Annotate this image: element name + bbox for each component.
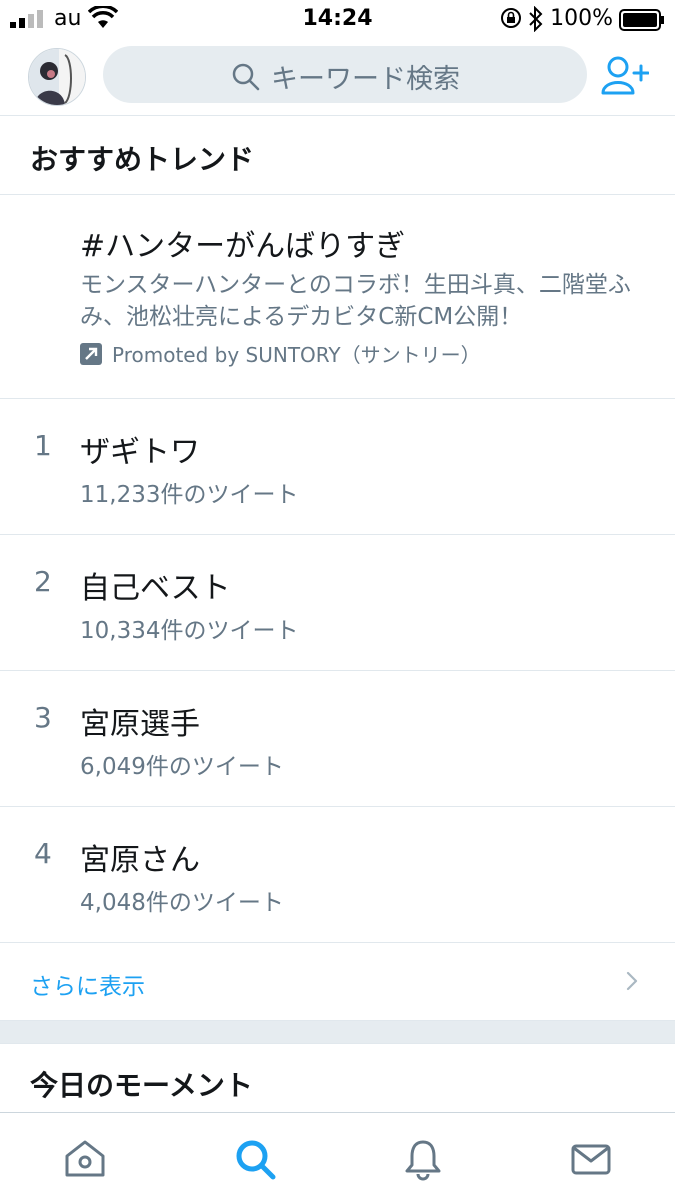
trend-rank: 4 bbox=[34, 837, 52, 870]
top-bar: キーワード検索 bbox=[0, 38, 675, 116]
section-divider bbox=[0, 1021, 675, 1044]
trend-name: 宮原選手 bbox=[80, 707, 200, 742]
promoted-description: モンスターハンターとのコラボ！生田斗真、二階堂ふみ、池松壮亮によるデカビタC新C… bbox=[80, 272, 631, 330]
trend-name: 宮原さん bbox=[80, 843, 200, 878]
trend-name: ザギトワ bbox=[80, 435, 200, 470]
add-user-icon[interactable] bbox=[601, 56, 649, 96]
moments-header: 今日のモーメント bbox=[0, 1044, 675, 1112]
trend-item[interactable]: 2 自己ベスト 10,334件のツイート bbox=[0, 535, 675, 671]
search-icon[interactable] bbox=[233, 1137, 277, 1181]
trend-rank: 1 bbox=[34, 429, 52, 462]
promoted-trend[interactable]: #ハンターがんばりすぎ モンスターハンターとのコラボ！生田斗真、二階堂ふみ、池松… bbox=[0, 195, 675, 399]
search-placeholder: キーワード検索 bbox=[271, 64, 460, 95]
promoted-hashtag: #ハンターがんばりすぎ bbox=[80, 229, 406, 264]
orientation-lock-icon bbox=[501, 8, 521, 28]
home-icon[interactable] bbox=[63, 1137, 107, 1181]
promoted-by-label: Promoted by SUNTORY（サントリー） bbox=[112, 343, 481, 367]
messages-icon[interactable] bbox=[569, 1137, 613, 1181]
trend-name: 自己ベスト bbox=[80, 571, 231, 606]
trend-item[interactable]: 4 宮原さん 4,048件のツイート bbox=[0, 807, 675, 943]
trend-rank: 2 bbox=[34, 565, 52, 598]
trend-tweet-count: 4,048件のツイート bbox=[80, 890, 284, 916]
trend-item[interactable]: 1 ザギトワ 11,233件のツイート bbox=[0, 399, 675, 535]
promoted-icon bbox=[80, 343, 102, 365]
show-more-row[interactable]: さらに表示 bbox=[0, 943, 675, 1021]
trends-header: おすすめトレンド bbox=[0, 116, 675, 195]
avatar[interactable] bbox=[28, 48, 86, 106]
bluetooth-icon bbox=[529, 6, 543, 32]
search-field[interactable]: キーワード検索 bbox=[103, 46, 587, 103]
trend-tweet-count: 10,334件のツイート bbox=[80, 618, 299, 644]
trend-tweet-count: 6,049件のツイート bbox=[80, 754, 284, 780]
status-bar: au 14:24 100% bbox=[0, 0, 675, 38]
moments-title: 今日のモーメント bbox=[30, 1069, 253, 1102]
trend-rank: 3 bbox=[34, 701, 52, 734]
avatar-image bbox=[29, 49, 85, 105]
chevron-right-icon bbox=[626, 971, 638, 991]
search-icon bbox=[232, 63, 260, 91]
trends-title: おすすめトレンド bbox=[30, 143, 255, 176]
trend-tweet-count: 11,233件のツイート bbox=[80, 482, 299, 508]
tab-bar bbox=[0, 1112, 675, 1201]
notifications-icon[interactable] bbox=[401, 1137, 445, 1181]
show-more-link[interactable]: さらに表示 bbox=[30, 967, 145, 1001]
battery-icon bbox=[619, 9, 664, 31]
battery-percent: 100% bbox=[550, 6, 613, 31]
trend-item[interactable]: 3 宮原選手 6,049件のツイート bbox=[0, 671, 675, 807]
